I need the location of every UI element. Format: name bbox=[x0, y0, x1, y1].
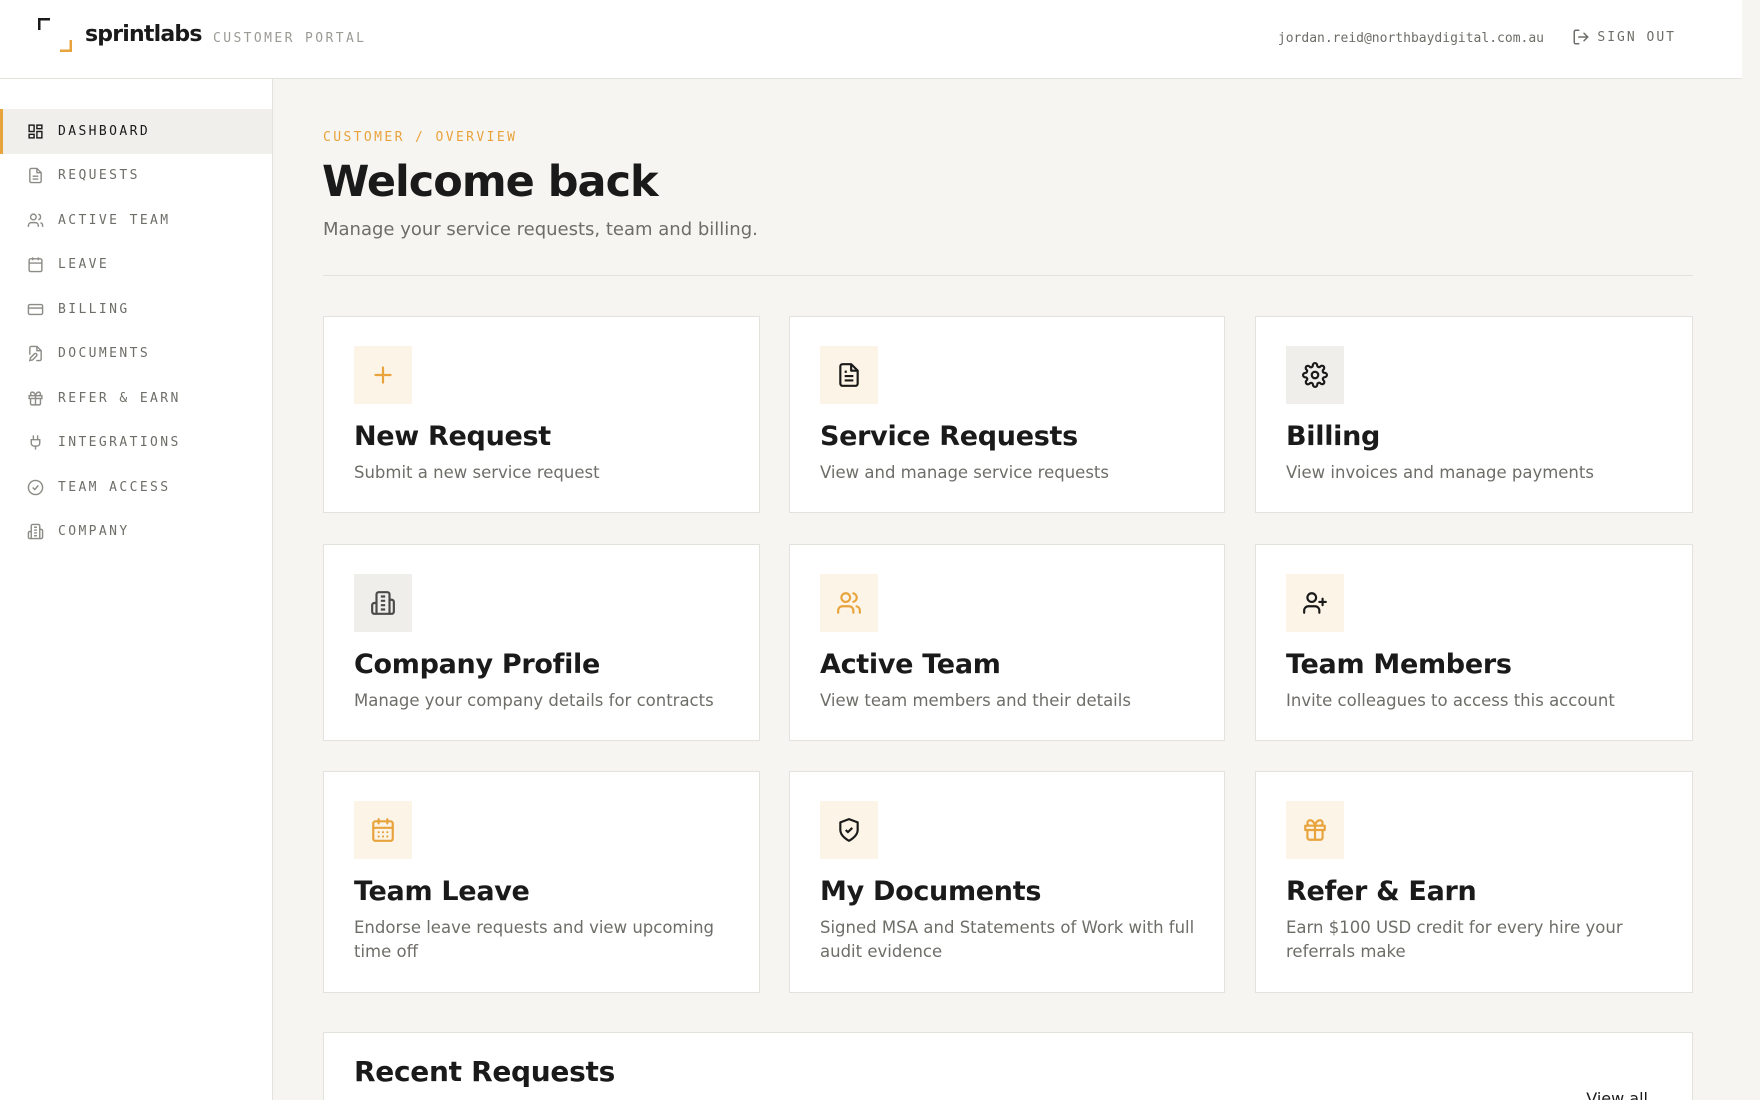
sidebar-item-label: TEAM ACCESS bbox=[58, 479, 171, 495]
card-description: Submit a new service request bbox=[354, 463, 600, 482]
file-edit-icon bbox=[28, 345, 42, 362]
gift-icon bbox=[1304, 819, 1326, 841]
scrollbar-track bbox=[1742, 0, 1760, 1100]
card-description: Earn $100 USD credit for every hire your… bbox=[1286, 918, 1623, 961]
sidebar-item-dashboard[interactable]: DASHBOARD bbox=[0, 109, 272, 154]
shield-check-icon bbox=[839, 818, 859, 842]
sidebar-item-team-access[interactable]: TEAM ACCESS bbox=[0, 465, 272, 510]
card-icon-box bbox=[1286, 574, 1344, 632]
sidebar-item-label: COMPANY bbox=[58, 524, 130, 540]
check-circle-icon bbox=[27, 479, 44, 496]
sign-out-label: SIGN OUT bbox=[1597, 29, 1676, 45]
card-description: View and manage service requests bbox=[820, 463, 1109, 482]
sidebar-item-documents[interactable]: DOCUMENTS bbox=[0, 332, 272, 377]
sidebar-item-label: ACTIVE TEAM bbox=[58, 212, 171, 228]
sidebar-item-leave[interactable]: LEAVE bbox=[0, 243, 272, 288]
main-content: CUSTOMER / OVERVIEW Welcome back Manage … bbox=[273, 79, 1742, 1100]
sidebar-item-label: LEAVE bbox=[58, 257, 110, 273]
sign-out-button[interactable]: SIGN OUT bbox=[1572, 28, 1676, 46]
page-title: Welcome back bbox=[322, 157, 659, 207]
recent-requests-title: Recent Requests bbox=[354, 1055, 615, 1088]
file-icon bbox=[29, 167, 42, 184]
sidebar-item-refer-earn[interactable]: REFER & EARN bbox=[0, 376, 272, 421]
credit-card-icon bbox=[27, 303, 44, 315]
card-icon-box bbox=[820, 574, 878, 632]
card-refer-earn[interactable]: Refer & Earn Earn $100 USD credit for ev… bbox=[1255, 771, 1693, 993]
gift-icon bbox=[28, 391, 43, 406]
calendar-icon bbox=[28, 257, 43, 273]
card-title: Refer & Earn bbox=[1286, 876, 1477, 907]
sidebar-item-active-team[interactable]: ACTIVE TEAM bbox=[0, 198, 272, 243]
calendar-icon bbox=[372, 818, 394, 842]
brand-name: sprintlabs bbox=[85, 22, 202, 47]
card-description: Signed MSA and Statements of Work with f… bbox=[820, 918, 1195, 961]
sidebar-item-company[interactable]: COMPANY bbox=[0, 510, 272, 555]
building-icon bbox=[27, 523, 44, 540]
card-icon-box bbox=[1286, 801, 1344, 859]
sidebar-item-label: INTEGRATIONS bbox=[58, 435, 181, 451]
card-description: View team members and their details bbox=[820, 691, 1131, 710]
plus-icon bbox=[374, 366, 392, 384]
card-title: Company Profile bbox=[354, 649, 600, 680]
recent-requests-panel: Recent Requests View all bbox=[323, 1032, 1693, 1100]
divider bbox=[323, 275, 1693, 276]
sidebar-item-integrations[interactable]: INTEGRATIONS bbox=[0, 421, 272, 466]
card-team-leave[interactable]: Team Leave Endorse leave requests and vi… bbox=[323, 771, 760, 993]
plug-icon bbox=[30, 435, 41, 450]
sidebar: DASHBOARD REQUESTS ACTIVE TEAM LEAVE BIL… bbox=[0, 79, 273, 1100]
card-description: Manage your company details for contract… bbox=[354, 691, 714, 710]
user-plus-icon bbox=[1303, 592, 1327, 614]
card-title: Active Team bbox=[820, 649, 1001, 680]
logo-mark bbox=[38, 18, 72, 52]
sidebar-item-requests[interactable]: REQUESTS bbox=[0, 154, 272, 199]
user-email: jordan.reid@northbaydigital.com.au bbox=[1277, 31, 1544, 46]
sign-out-icon bbox=[1573, 29, 1589, 45]
card-service-requests[interactable]: Service Requests View and manage service… bbox=[789, 316, 1225, 513]
sidebar-item-label: DOCUMENTS bbox=[58, 346, 151, 362]
gear-icon bbox=[1302, 362, 1328, 388]
card-icon-box bbox=[820, 346, 878, 404]
card-description: Endorse leave requests and view upcoming… bbox=[354, 918, 715, 961]
card-my-documents[interactable]: My Documents Signed MSA and Statements o… bbox=[789, 771, 1225, 993]
card-icon-box bbox=[820, 801, 878, 859]
card-title: Team Members bbox=[1286, 649, 1512, 680]
page-subtitle: Manage your service requests, team and b… bbox=[323, 219, 758, 240]
card-new-request[interactable]: New Request Submit a new service request bbox=[323, 316, 760, 513]
users-icon bbox=[27, 213, 44, 227]
portal-label: CUSTOMER PORTAL bbox=[213, 31, 367, 46]
sidebar-item-label: REQUESTS bbox=[58, 168, 140, 184]
sidebar-item-label: DASHBOARD bbox=[58, 123, 151, 139]
card-icon-box bbox=[1286, 346, 1344, 404]
card-title: My Documents bbox=[820, 876, 1042, 907]
sidebar-item-label: REFER & EARN bbox=[58, 390, 181, 406]
card-description: Invite colleagues to access this account bbox=[1286, 691, 1615, 710]
sidebar-nav: DASHBOARD REQUESTS ACTIVE TEAM LEAVE BIL… bbox=[0, 109, 272, 554]
card-title: Billing bbox=[1286, 421, 1381, 452]
view-all-link[interactable]: View all bbox=[1586, 1089, 1648, 1100]
document-icon bbox=[839, 363, 859, 387]
card-icon-box bbox=[354, 346, 412, 404]
breadcrumb: CUSTOMER / OVERVIEW bbox=[323, 130, 518, 145]
users-icon bbox=[837, 592, 861, 614]
card-icon-box bbox=[354, 574, 412, 632]
building-icon bbox=[371, 591, 395, 615]
card-title: Team Leave bbox=[354, 876, 530, 907]
card-description: View invoices and manage payments bbox=[1286, 463, 1594, 482]
sidebar-item-label: BILLING bbox=[58, 301, 130, 317]
card-billing[interactable]: Billing View invoices and manage payment… bbox=[1255, 316, 1693, 513]
top-bar: sprintlabs CUSTOMER PORTAL jordan.reid@n… bbox=[0, 0, 1742, 79]
card-title: Service Requests bbox=[820, 421, 1078, 452]
card-icon-box bbox=[354, 801, 412, 859]
card-active-team[interactable]: Active Team View team members and their … bbox=[789, 544, 1225, 741]
sidebar-item-billing[interactable]: BILLING bbox=[0, 287, 272, 332]
card-team-members[interactable]: Team Members Invite colleagues to access… bbox=[1255, 544, 1693, 741]
card-title: New Request bbox=[354, 421, 551, 452]
card-company-profile[interactable]: Company Profile Manage your company deta… bbox=[323, 544, 760, 741]
dashboard-icon bbox=[28, 124, 43, 139]
